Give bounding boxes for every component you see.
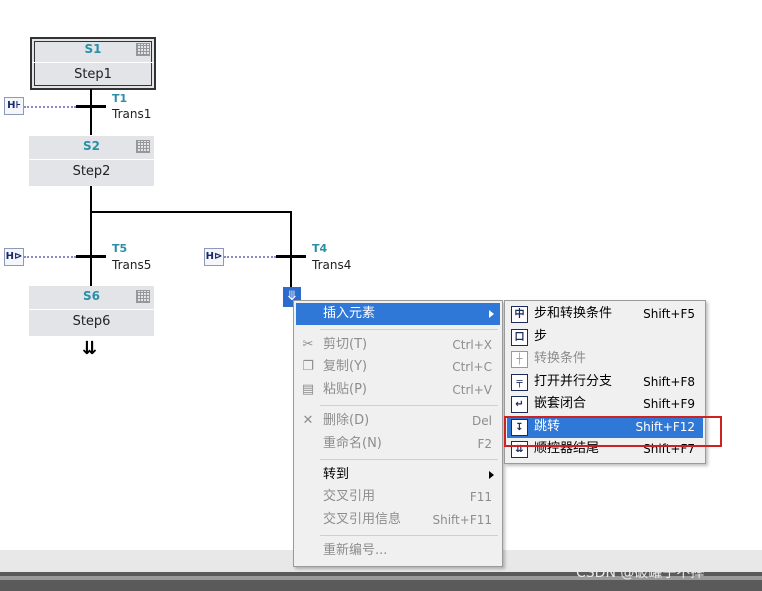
scissors-icon: ✂ <box>302 337 314 352</box>
submenu-arrow-icon <box>489 471 494 479</box>
transition-id: T1 <box>112 92 128 105</box>
step-table-icon <box>136 290 150 303</box>
sfc-link <box>90 186 92 286</box>
step-name: Step6 <box>29 309 154 333</box>
step-s6[interactable]: S6 Step6 <box>29 286 154 336</box>
step-name: Step1 <box>32 62 154 86</box>
menu-item-goto[interactable]: 转到 <box>296 464 500 486</box>
transition-bar-t5[interactable] <box>76 255 106 258</box>
sfc-link <box>90 89 92 135</box>
submenu-item-step-and-transition[interactable]: 中 步和转换条件 Shift+F5 <box>507 303 703 325</box>
step-s1[interactable]: S1 Step1 <box>30 37 156 90</box>
submenu-item-open-parallel-branch[interactable]: ╤ 打开并行分支 Shift+F8 <box>507 371 703 393</box>
nested-close-icon: ↵ <box>511 396 528 413</box>
menu-item-rename[interactable]: 重命名(N) F2 <box>296 433 500 455</box>
condition-icon[interactable]: H⊳ <box>4 248 24 266</box>
menu-item-copy[interactable]: ❐ 复制(Y) Ctrl+C <box>296 356 500 378</box>
menu-item-renumber[interactable]: 重新编号... <box>296 540 500 562</box>
transition-icon: ┼ <box>511 351 528 368</box>
sequence-end-arrow-icon: ⇊ <box>82 338 98 359</box>
transition-id: T4 <box>312 242 328 255</box>
menu-separator <box>320 535 498 536</box>
menu-separator <box>320 459 498 460</box>
sfc-link <box>290 211 292 287</box>
submenu-arrow-icon <box>489 310 494 318</box>
watermark: CSDN @破罐子不摔 <box>576 565 705 581</box>
copy-icon: ❐ <box>302 359 314 374</box>
menu-item-cross-reference[interactable]: 交叉引用 F11 <box>296 486 500 508</box>
condition-link <box>24 256 76 258</box>
transition-bar-t4[interactable] <box>276 255 306 258</box>
condition-link <box>24 106 76 108</box>
menu-item-insert-element[interactable]: 插入元素 <box>296 303 500 325</box>
condition-icon[interactable]: H⊦ <box>4 97 24 115</box>
condition-link <box>224 256 276 258</box>
branch-line <box>90 211 292 213</box>
delete-x-icon: ✕ <box>302 413 314 428</box>
step-table-icon <box>136 140 150 153</box>
transition-name: Trans5 <box>112 258 152 272</box>
menu-item-delete[interactable]: ✕ 删除(D) Del <box>296 410 500 432</box>
step-icon: 口 <box>511 329 528 346</box>
submenu-item-step[interactable]: 口 步 <box>507 326 703 348</box>
menu-separator <box>320 405 498 406</box>
step-name: Step2 <box>29 159 154 183</box>
transition-bar-t1[interactable] <box>76 105 106 108</box>
annotation-highlight-box <box>504 416 722 447</box>
step-table-icon <box>136 43 150 56</box>
menu-item-paste[interactable]: ▤ 粘贴(P) Ctrl+V <box>296 379 500 401</box>
transition-name: Trans1 <box>112 107 152 121</box>
context-menu: 插入元素 ✂ 剪切(T) Ctrl+X ❐ 复制(Y) Ctrl+C ▤ 粘贴(… <box>293 300 503 567</box>
condition-icon[interactable]: H⊳ <box>204 248 224 266</box>
parallel-branch-icon: ╤ <box>511 374 528 391</box>
menu-item-cross-reference-info[interactable]: 交叉引用信息 Shift+F11 <box>296 509 500 531</box>
submenu-item-transition[interactable]: ┼ 转换条件 <box>507 348 703 370</box>
transition-name: Trans4 <box>312 258 352 272</box>
menu-item-cut[interactable]: ✂ 剪切(T) Ctrl+X <box>296 334 500 356</box>
menu-separator <box>320 329 498 330</box>
transition-id: T5 <box>112 242 128 255</box>
step-s2[interactable]: S2 Step2 <box>29 136 154 186</box>
paste-icon: ▤ <box>301 382 315 397</box>
step-transition-icon: 中 <box>511 306 528 323</box>
submenu-item-nested-close[interactable]: ↵ 嵌套闭合 Shift+F9 <box>507 393 703 415</box>
